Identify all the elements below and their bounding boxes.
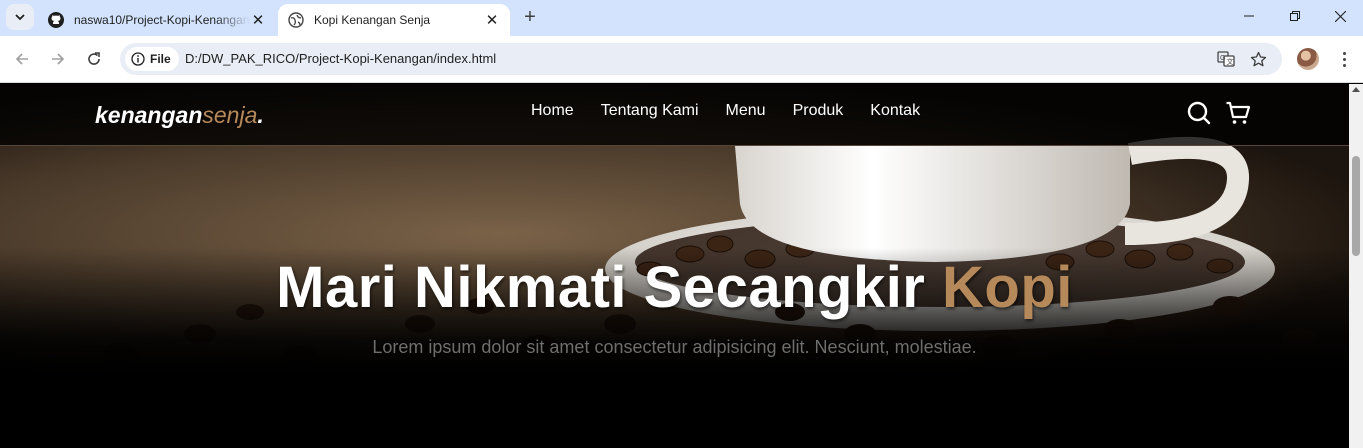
tab-search-button[interactable]: [6, 4, 34, 30]
page-scrollbar[interactable]: [1349, 84, 1363, 448]
chevron-down-icon: [15, 14, 25, 21]
hero-title-accent: Kopi: [942, 255, 1073, 320]
restore-button[interactable]: [1272, 0, 1318, 32]
browser-toolbar: File D:/DW_PAK_RICO/Project-Kopi-Kenanga…: [0, 36, 1363, 83]
url-text[interactable]: D:/DW_PAK_RICO/Project-Kopi-Kenangan/ind…: [185, 51, 496, 66]
hero-title: Mari Nikmati Secangkir Kopi: [0, 254, 1349, 321]
tab-strip: naswa10/Project-Kopi-Kenangan ✕ Kopi Ken…: [0, 0, 1363, 36]
nav-link-kontak[interactable]: Kontak: [870, 102, 920, 120]
bookmark-button[interactable]: [1248, 49, 1268, 69]
arrow-right-icon: [52, 53, 65, 65]
forward-button[interactable]: [44, 45, 72, 73]
hero-subtitle: Lorem ipsum dolor sit amet consectetur a…: [372, 337, 977, 357]
star-icon: [1250, 51, 1266, 66]
site-logo[interactable]: kenangansenja.: [95, 102, 264, 129]
restore-icon: [1290, 11, 1300, 21]
logo-suffix: .: [257, 102, 264, 128]
logo-accent: senja: [202, 102, 258, 128]
site-nav-links: Home Tentang Kami Menu Produk Kontak: [531, 102, 920, 120]
scroll-up-arrow-icon[interactable]: [1352, 87, 1360, 92]
dot: [1342, 51, 1346, 55]
nav-link-tentang-kami[interactable]: Tentang Kami: [601, 102, 699, 120]
tab-title: Kopi Kenangan Senja: [314, 13, 431, 27]
dot: [1342, 57, 1346, 61]
profile-avatar[interactable]: [1297, 48, 1319, 70]
site-navbar: kenangansenja. Home Tentang Kami Menu Pr…: [0, 84, 1349, 146]
nav-link-produk[interactable]: Produk: [793, 102, 844, 120]
new-tab-button[interactable]: +: [519, 6, 541, 28]
address-bar[interactable]: File D:/DW_PAK_RICO/Project-Kopi-Kenanga…: [120, 43, 1282, 75]
page-viewport: kenangansenja. Home Tentang Kami Menu Pr…: [0, 84, 1349, 448]
translate-button[interactable]: G文: [1216, 49, 1236, 69]
nav-link-home[interactable]: Home: [531, 102, 574, 120]
minimize-icon: [1244, 15, 1254, 17]
reload-icon: [88, 52, 100, 65]
close-icon: [1334, 10, 1346, 22]
hero-title-main: Mari Nikmati Secangkir: [276, 255, 942, 320]
info-icon: [131, 52, 145, 66]
dot: [1342, 63, 1346, 67]
nav-link-menu[interactable]: Menu: [726, 102, 766, 120]
site-info-chip[interactable]: File: [125, 47, 179, 71]
logo-main: kenangan: [95, 102, 203, 128]
translate-icon: G文: [1217, 51, 1235, 67]
plus-icon: +: [524, 5, 536, 28]
close-window-button[interactable]: [1317, 0, 1363, 32]
scroll-thumb[interactable]: [1352, 156, 1360, 256]
github-icon: [48, 12, 64, 28]
close-icon[interactable]: ✕: [484, 12, 500, 29]
svg-text:G: G: [1220, 55, 1225, 62]
back-button[interactable]: [8, 45, 36, 73]
chip-label: File: [150, 52, 171, 66]
svg-text:文: 文: [1227, 57, 1234, 66]
browser-menu-button[interactable]: [1334, 48, 1354, 70]
tab-github[interactable]: naswa10/Project-Kopi-Kenangan ✕: [38, 4, 276, 36]
arrow-left-icon: [15, 53, 28, 65]
globe-icon: [288, 12, 304, 28]
minimize-button[interactable]: [1226, 0, 1272, 32]
tab-kopi-kenangan[interactable]: Kopi Kenangan Senja ✕: [278, 4, 510, 36]
close-icon[interactable]: ✕: [250, 12, 266, 29]
tab-title: naswa10/Project-Kopi-Kenangan: [74, 13, 250, 27]
search-icon[interactable]: [1186, 100, 1212, 126]
reload-button[interactable]: [80, 45, 108, 73]
shopping-cart-icon[interactable]: [1225, 100, 1251, 126]
